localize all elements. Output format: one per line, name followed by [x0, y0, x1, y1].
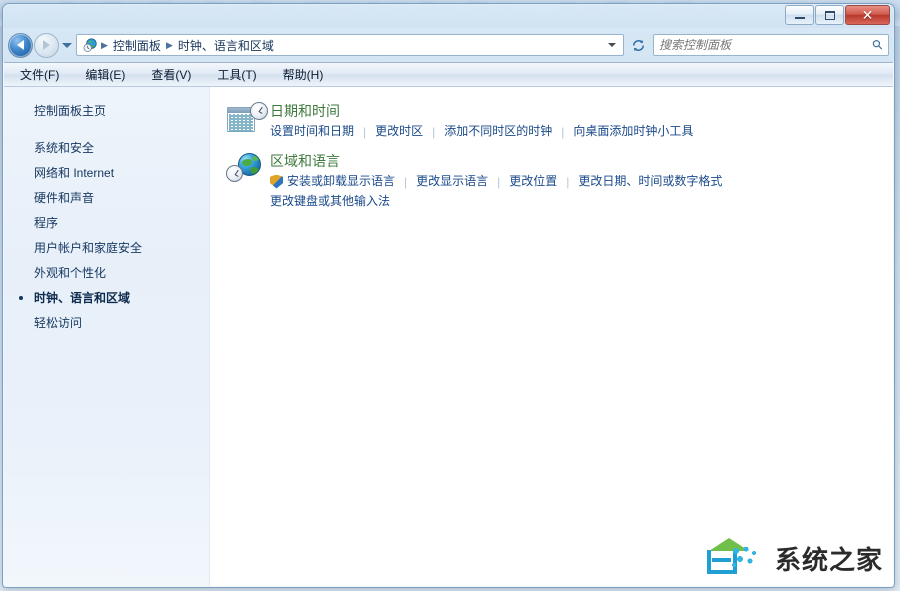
category-region-and-language-links: 安装或卸载显示语言 | 更改显示语言 | 更改位置 | 更改日期、时间或数字格式…: [270, 172, 842, 211]
category-date-and-time-links: 设置时间和日期 | 更改时区 | 添加不同时区的时钟 | 向桌面添加时钟小工具: [270, 122, 693, 141]
calendar-clock-icon[interactable]: [224, 101, 270, 143]
refresh-button[interactable]: [628, 35, 649, 56]
arrow-right-icon: [43, 40, 50, 50]
content-area: 日期和时间 设置时间和日期 | 更改时区 | 添加不同时区的时钟 | 向桌面添加…: [210, 87, 893, 586]
sidebar-item-system-security[interactable]: 系统和安全: [4, 135, 209, 160]
navigation-bar: ▶ 控制面板 ▶ 时钟、语言和区域 ⚲: [3, 28, 894, 62]
link-change-keyboards-or-input-methods[interactable]: 更改键盘或其他输入法: [270, 192, 390, 211]
menu-item-file[interactable]: 文件(F): [16, 64, 63, 85]
sidebar: 控制面板主页 系统和安全 网络和 Internet 硬件和声音 程序 用户帐户和…: [4, 87, 210, 586]
link-change-date-time-number-formats[interactable]: 更改日期、时间或数字格式: [578, 172, 722, 191]
menu-item-tools[interactable]: 工具(T): [213, 64, 260, 85]
back-button[interactable]: [8, 32, 33, 58]
breadcrumb: ▶ 控制面板 ▶ 时钟、语言和区域: [81, 36, 603, 55]
control-panel-globe-icon[interactable]: [81, 37, 100, 53]
menu-bar: 文件(F) 编辑(E) 查看(V) 工具(T) 帮助(H): [4, 62, 893, 87]
close-icon: ✕: [861, 7, 874, 23]
link-change-time-zone[interactable]: 更改时区: [375, 122, 423, 141]
sidebar-item-programs[interactable]: 程序: [4, 210, 209, 235]
sidebar-item-ease-of-access[interactable]: 轻松访问: [4, 310, 209, 335]
link-add-clocks-for-different-time-zones[interactable]: 添加不同时区的时钟: [444, 122, 552, 141]
search-input[interactable]: [659, 38, 874, 52]
recent-pages-dropdown-icon[interactable]: [62, 42, 72, 48]
category-title-date-and-time[interactable]: 日期和时间: [270, 102, 693, 120]
window-controls: ✕: [785, 5, 890, 25]
link-change-display-language[interactable]: 更改显示语言: [416, 172, 488, 191]
breadcrumb-item-control-panel[interactable]: 控制面板: [109, 36, 165, 55]
minimize-icon: [794, 17, 805, 19]
minimize-button[interactable]: [785, 5, 814, 25]
link-separator: |: [566, 174, 570, 189]
link-separator: |: [404, 174, 408, 189]
maximize-icon: [824, 10, 835, 20]
watermark-text: 系统之家: [774, 545, 883, 576]
category-date-and-time: 日期和时间 设置时间和日期 | 更改时区 | 添加不同时区的时钟 | 向桌面添加…: [224, 101, 893, 143]
link-add-clock-gadget-to-desktop[interactable]: 向桌面添加时钟小工具: [573, 122, 693, 141]
forward-button[interactable]: [34, 32, 59, 58]
arrow-left-icon: [17, 40, 24, 50]
address-bar[interactable]: ▶ 控制面板 ▶ 时钟、语言和区域: [76, 34, 624, 56]
breadcrumb-separator: ▶: [101, 39, 108, 50]
uac-shield-icon: [270, 174, 283, 189]
breadcrumb-separator: ▶: [165, 39, 173, 50]
sidebar-item-appearance-personalization[interactable]: 外观和个性化: [4, 260, 209, 285]
control-panel-window: ✕ ▶ 控制面板 ▶ 时钟、语言和区域 搜索控制面板 ⚲ 文件(F) 编辑(E)…: [2, 3, 895, 588]
breadcrumb-item-clock-language-region[interactable]: 时钟、语言和区域: [174, 36, 278, 55]
address-dropdown-icon[interactable]: [608, 43, 616, 47]
maximize-button[interactable]: [815, 5, 844, 25]
category-region-and-language: 区域和语言 安装或卸载显示语言 | 更改显示语言 | 更改位置 | 更改日期、时…: [224, 151, 893, 211]
title-bar: ✕: [3, 4, 894, 28]
window-body: 控制面板主页 系统和安全 网络和 Internet 硬件和声音 程序 用户帐户和…: [4, 87, 893, 586]
menu-item-help[interactable]: 帮助(H): [279, 64, 328, 85]
link-separator: |: [432, 124, 436, 139]
link-separator: |: [363, 124, 367, 139]
sidebar-item-network-internet[interactable]: 网络和 Internet: [4, 160, 209, 185]
sidebar-item-clock-language-region[interactable]: 时钟、语言和区域: [4, 285, 209, 310]
link-install-uninstall-display-languages[interactable]: 安装或卸载显示语言: [287, 172, 395, 191]
watermark: 系统之家: [703, 538, 883, 578]
sidebar-item-control-panel-home[interactable]: 控制面板主页: [4, 99, 209, 122]
link-set-time-and-date[interactable]: 设置时间和日期: [270, 122, 354, 141]
sidebar-item-hardware-sound[interactable]: 硬件和声音: [4, 185, 209, 210]
search-box[interactable]: ⚲: [653, 34, 889, 56]
category-date-and-time-text: 日期和时间 设置时间和日期 | 更改时区 | 添加不同时区的时钟 | 向桌面添加…: [270, 101, 693, 143]
link-separator: |: [497, 174, 501, 189]
category-region-and-language-text: 区域和语言 安装或卸载显示语言 | 更改显示语言 | 更改位置 | 更改日期、时…: [270, 151, 842, 211]
house-logo-icon: [703, 538, 769, 578]
menu-item-view[interactable]: 查看(V): [147, 64, 195, 85]
link-separator: |: [561, 124, 565, 139]
sidebar-item-user-accounts[interactable]: 用户帐户和家庭安全: [4, 235, 209, 260]
globe-clock-icon[interactable]: [224, 151, 270, 193]
menu-item-edit[interactable]: 编辑(E): [81, 64, 129, 85]
sidebar-category-list: 系统和安全 网络和 Internet 硬件和声音 程序 用户帐户和家庭安全 外观…: [4, 135, 209, 335]
close-button[interactable]: ✕: [845, 5, 890, 25]
category-title-region-and-language[interactable]: 区域和语言: [270, 152, 842, 170]
link-change-location[interactable]: 更改位置: [509, 172, 557, 191]
